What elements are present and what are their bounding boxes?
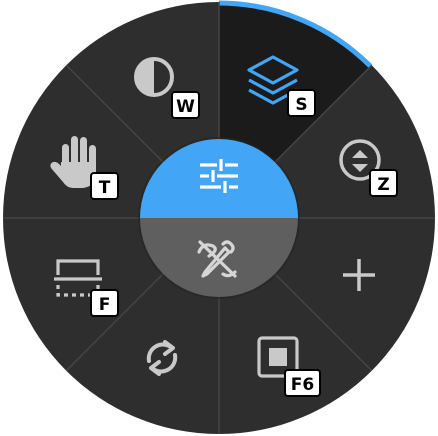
shortcut-badge-spinner: Z [369, 169, 398, 197]
center-hub [138, 137, 300, 299]
shortcut-pan: T [99, 178, 111, 198]
shortcut-spinner: Z [377, 175, 389, 195]
shortcut-badge-layers: S [287, 89, 316, 117]
shortcut-layers: S [295, 95, 307, 115]
shortcut-badge-stop: F6 [284, 369, 321, 397]
shortcut-contrast: W [176, 97, 195, 117]
radial-menu: S Z F6 F T W [3, 0, 435, 434]
shortcut-badge-contrast: W [171, 91, 200, 119]
shortcut-badge-frame: F [90, 289, 119, 317]
shortcut-badge-pan: T [90, 172, 119, 200]
shortcut-frame: F [99, 295, 111, 315]
shortcut-stop: F6 [291, 375, 314, 395]
